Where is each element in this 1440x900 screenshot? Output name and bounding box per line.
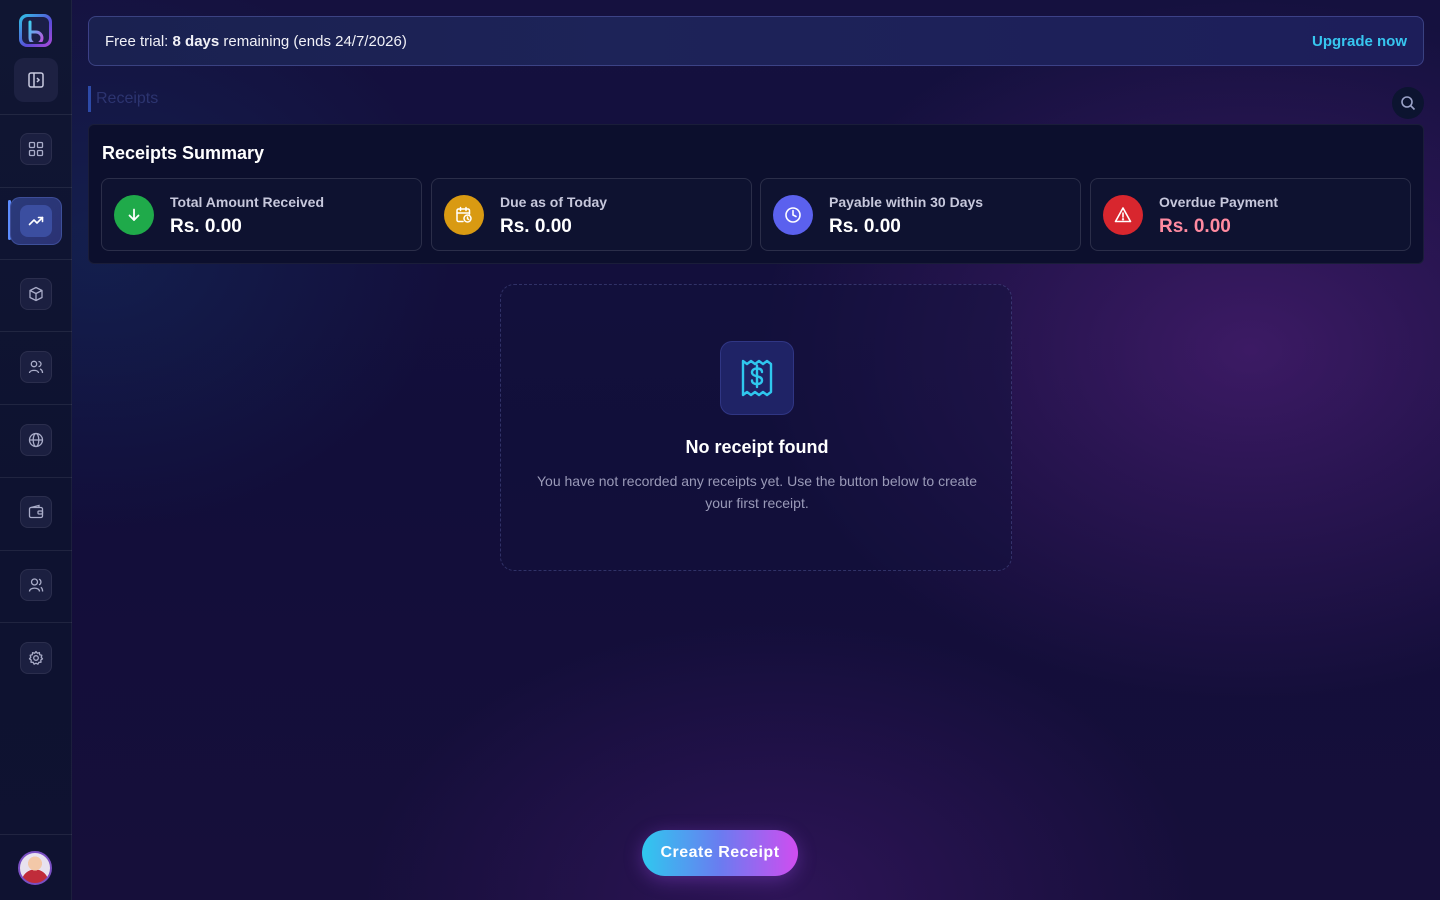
sidebar-item-customers[interactable] bbox=[20, 351, 52, 383]
team-icon bbox=[28, 578, 44, 592]
upgrade-now-link[interactable]: Upgrade now bbox=[1312, 33, 1407, 50]
summary-card-label: Payable within 30 Days bbox=[829, 194, 984, 210]
wallet-icon bbox=[28, 504, 44, 519]
receipts-summary-panel: Receipts Summary Total Amount Received R… bbox=[88, 124, 1424, 264]
trial-message: Free trial: 8 days remaining (ends 24/7/… bbox=[105, 32, 407, 50]
sidebar-item-web[interactable] bbox=[20, 424, 52, 456]
users-icon bbox=[28, 360, 44, 374]
summary-card-label: Total Amount Received bbox=[170, 194, 325, 210]
empty-state-description: You have not recorded any receipts yet. … bbox=[537, 473, 977, 511]
sidebar-item-settings[interactable] bbox=[20, 642, 52, 674]
sidebar-item-sales[interactable] bbox=[10, 197, 62, 245]
panel-toggle-icon bbox=[28, 72, 44, 88]
summary-card-due-today: Due as of Today Rs. 0.00 bbox=[431, 178, 752, 251]
summary-card-overdue: Overdue Payment Rs. 0.00 bbox=[1090, 178, 1411, 251]
search-icon bbox=[1401, 96, 1416, 111]
sidebar-item-dashboard[interactable] bbox=[20, 133, 52, 165]
summary-card-label: Due as of Today bbox=[500, 194, 608, 210]
user-avatar[interactable] bbox=[18, 851, 52, 885]
summary-card-value: Rs. 0.00 bbox=[829, 216, 901, 237]
summary-card-total-received: Total Amount Received Rs. 0.00 bbox=[101, 178, 422, 251]
sidebar bbox=[0, 0, 72, 900]
sidebar-divider bbox=[0, 187, 72, 188]
summary-card-payable-30-days: Payable within 30 Days Rs. 0.00 bbox=[760, 178, 1081, 251]
sidebar-divider bbox=[0, 550, 72, 551]
sidebar-toggle-button[interactable] bbox=[14, 58, 58, 102]
summary-title: Receipts Summary bbox=[102, 143, 265, 163]
sidebar-item-team[interactable] bbox=[20, 569, 52, 601]
page-title-wrap: Receipts bbox=[88, 86, 158, 112]
summary-card-value: Rs. 0.00 bbox=[500, 216, 572, 237]
dashboard-grid-icon bbox=[28, 141, 44, 157]
receipt-dollar-icon bbox=[720, 341, 794, 415]
empty-state: No receipt found You have not recorded a… bbox=[500, 284, 1012, 571]
search-button[interactable] bbox=[1392, 87, 1424, 119]
arrow-down-icon bbox=[114, 195, 154, 235]
package-box-icon bbox=[29, 286, 43, 302]
app-logo[interactable] bbox=[19, 14, 52, 47]
sidebar-divider bbox=[0, 404, 72, 405]
globe-icon bbox=[28, 432, 44, 448]
summary-card-label: Overdue Payment bbox=[1159, 194, 1279, 210]
sidebar-item-products[interactable] bbox=[20, 278, 52, 310]
sidebar-divider bbox=[0, 114, 72, 115]
create-receipt-button[interactable]: Create Receipt bbox=[642, 830, 798, 876]
sidebar-divider bbox=[0, 477, 72, 478]
page-title: Receipts bbox=[96, 90, 159, 107]
sidebar-divider bbox=[0, 331, 72, 332]
summary-card-value: Rs. 0.00 bbox=[170, 216, 242, 237]
sidebar-divider bbox=[0, 622, 72, 623]
trial-banner: Free trial: 8 days remaining (ends 24/7/… bbox=[88, 16, 1424, 66]
gear-icon bbox=[28, 650, 44, 665]
summary-card-value: Rs. 0.00 bbox=[1159, 216, 1231, 237]
clock-icon bbox=[773, 195, 813, 235]
calendar-clock-icon bbox=[444, 195, 484, 235]
trending-up-icon bbox=[28, 216, 44, 226]
empty-state-title: No receipt found bbox=[685, 437, 829, 457]
warning-triangle-icon bbox=[1103, 195, 1143, 235]
sidebar-divider bbox=[0, 259, 72, 260]
sidebar-item-wallet[interactable] bbox=[20, 496, 52, 528]
sidebar-divider bbox=[0, 834, 72, 835]
